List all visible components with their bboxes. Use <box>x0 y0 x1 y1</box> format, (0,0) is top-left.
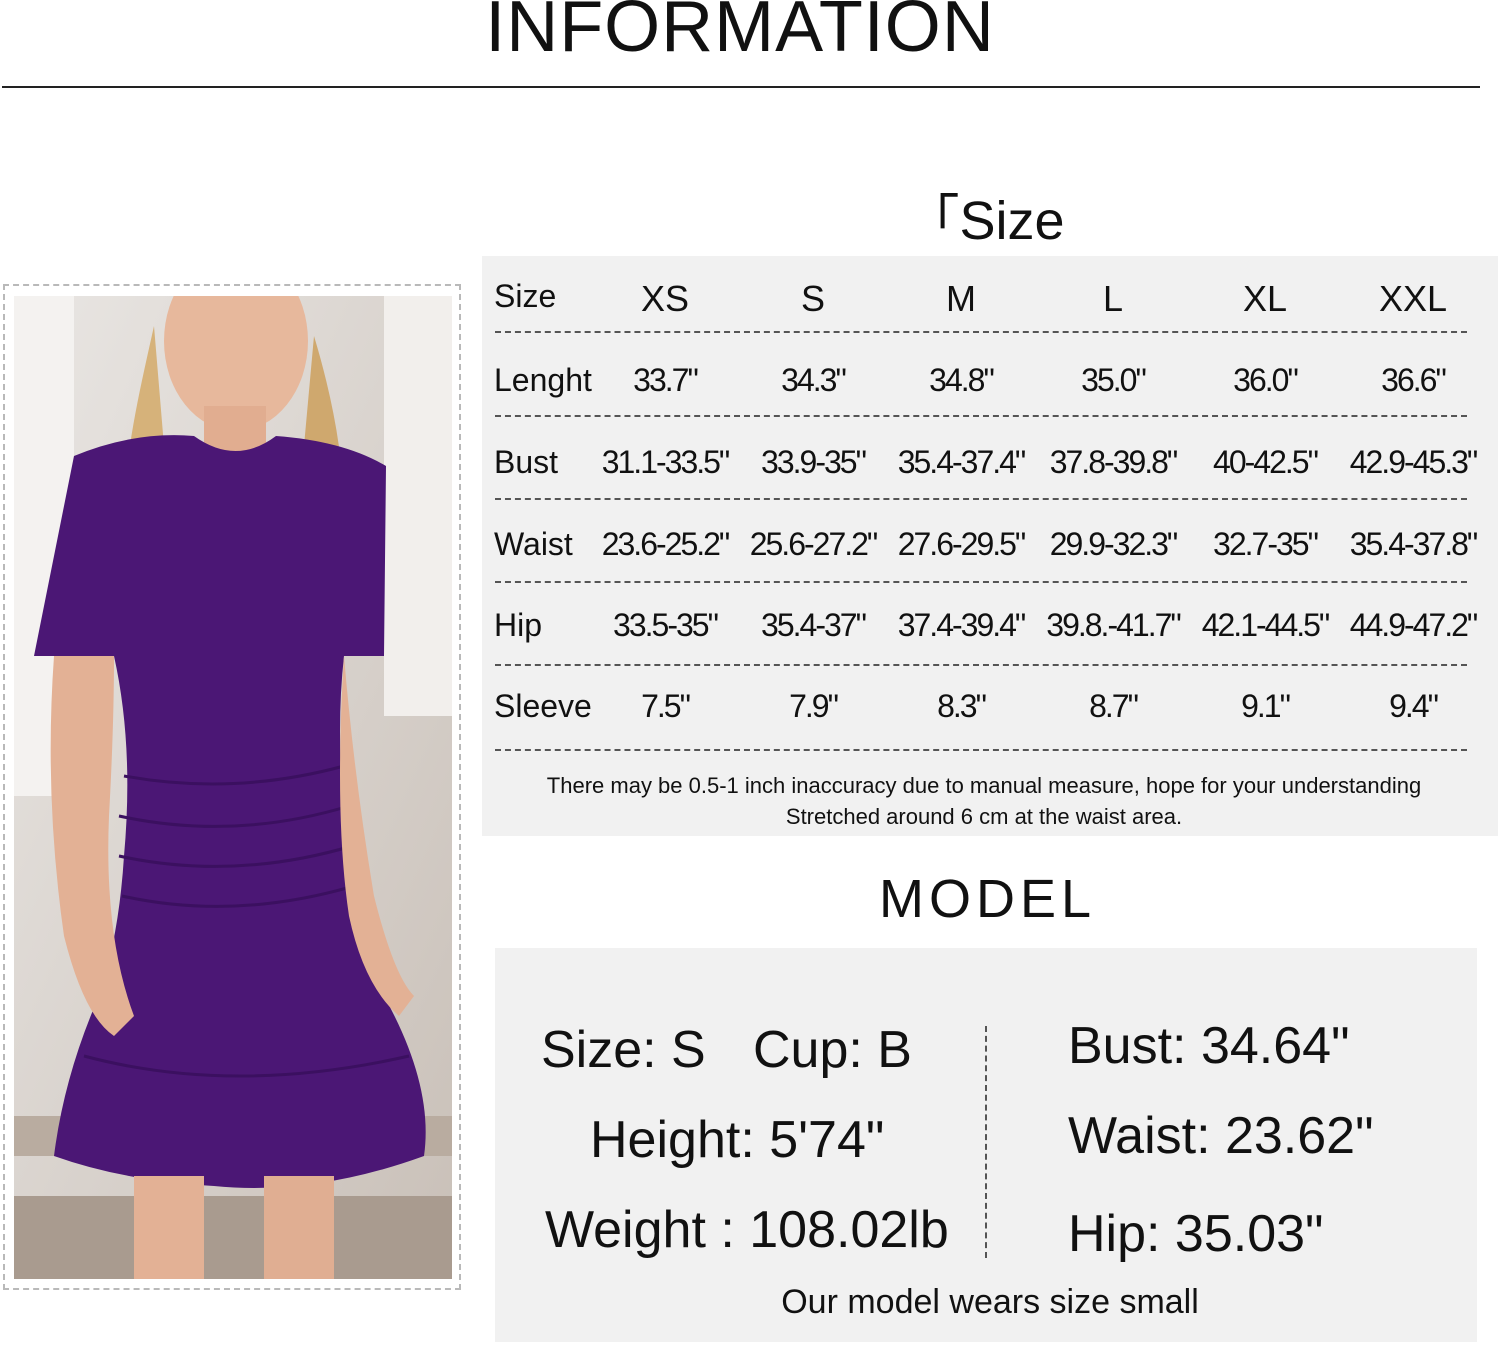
model-waist: Waist: 23.62" <box>1068 1107 1374 1165</box>
row-divider <box>495 664 1467 666</box>
model-height: Height: 5'74" <box>590 1111 885 1169</box>
model-bust: Bust: 34.64" <box>1068 1017 1350 1075</box>
size-header-cell: L <box>1102 278 1124 319</box>
page-title: INFORMATION <box>485 0 995 67</box>
row-divider <box>495 498 1467 500</box>
table-cell: 35.4-37.8" <box>1349 526 1479 562</box>
model-cup: Cup: B <box>753 1021 912 1079</box>
model-hip: Hip: 35.03" <box>1068 1205 1324 1263</box>
table-cell: 39.8.-41.7" <box>1046 607 1181 643</box>
table-cell: 33.7" <box>633 362 699 398</box>
model-size-note: Our model wears size small <box>781 1283 1199 1321</box>
row-label: Lenght <box>494 362 592 398</box>
table-cell: 23.6-25.2" <box>601 526 731 562</box>
table-cell: 25.6-27.2" <box>749 526 879 562</box>
table-cell: 35.4-37.4" <box>897 444 1027 480</box>
table-cell: 36.6" <box>1381 362 1447 398</box>
model-wearing-dress-image <box>14 296 452 1279</box>
model-size: Size: S <box>541 1021 706 1079</box>
row-divider <box>495 749 1467 751</box>
table-cell: 33.9-35" <box>761 444 867 480</box>
table-cell: 36.0" <box>1233 362 1299 398</box>
model-weight: Weight : 108.02lb <box>545 1201 949 1259</box>
size-chart-table: Size XS S M L XL XXL Lenght 33.7" 34.3" … <box>482 256 1498 836</box>
row-label: Waist <box>494 526 573 562</box>
table-cell: 33.5-35" <box>613 607 719 643</box>
row-divider <box>495 581 1467 583</box>
table-cell: 8.7" <box>1089 688 1139 724</box>
table-cell: 32.7-35" <box>1213 526 1319 562</box>
table-cell: 9.1" <box>1241 688 1291 724</box>
row-divider <box>495 331 1467 333</box>
table-cell: 35.0" <box>1081 362 1147 398</box>
table-cell: 29.9-32.3" <box>1049 526 1179 562</box>
table-cell: 40-42.5" <box>1213 444 1319 480</box>
size-header-cell: XL <box>1242 278 1288 319</box>
table-cell: 9.4" <box>1389 688 1439 724</box>
table-cell: 37.4-39.4" <box>897 607 1027 643</box>
row-label: Sleeve <box>494 688 592 724</box>
table-cell: 35.4-37" <box>761 607 867 643</box>
table-cell: 44.9-47.2" <box>1349 607 1479 643</box>
table-cell: 34.3" <box>781 362 847 398</box>
stretch-note: Stretched around 6 cm at the waist area. <box>785 804 1183 829</box>
measurement-note: There may be 0.5-1 inch inaccuracy due t… <box>546 773 1422 798</box>
size-header-cell: M <box>946 278 976 319</box>
table-cell: 7.9" <box>789 688 839 724</box>
table-cell: 27.6-29.5" <box>897 526 1027 562</box>
table-cell: 7.5" <box>641 688 691 724</box>
table-cell: 42.1-44.5" <box>1201 607 1331 643</box>
product-photo <box>14 296 452 1279</box>
size-header-cell: XXL <box>1378 278 1448 319</box>
size-header-cell: XS <box>640 278 690 319</box>
table-cell: 37.8-39.8" <box>1049 444 1179 480</box>
table-cell: 42.9-45.3" <box>1349 444 1479 480</box>
row-label: Bust <box>494 444 559 480</box>
row-divider <box>495 415 1467 417</box>
model-title: MODEL <box>878 869 1097 929</box>
model-divider <box>985 1026 987 1258</box>
title-divider <box>2 86 1480 88</box>
table-cell: 8.3" <box>937 688 987 724</box>
size-header-label: Size <box>494 278 557 314</box>
table-cell: 34.8" <box>929 362 995 398</box>
table-cell: 31.1-33.5" <box>601 444 731 480</box>
row-label: Hip <box>494 607 543 643</box>
size-header-cell: S <box>800 278 825 319</box>
